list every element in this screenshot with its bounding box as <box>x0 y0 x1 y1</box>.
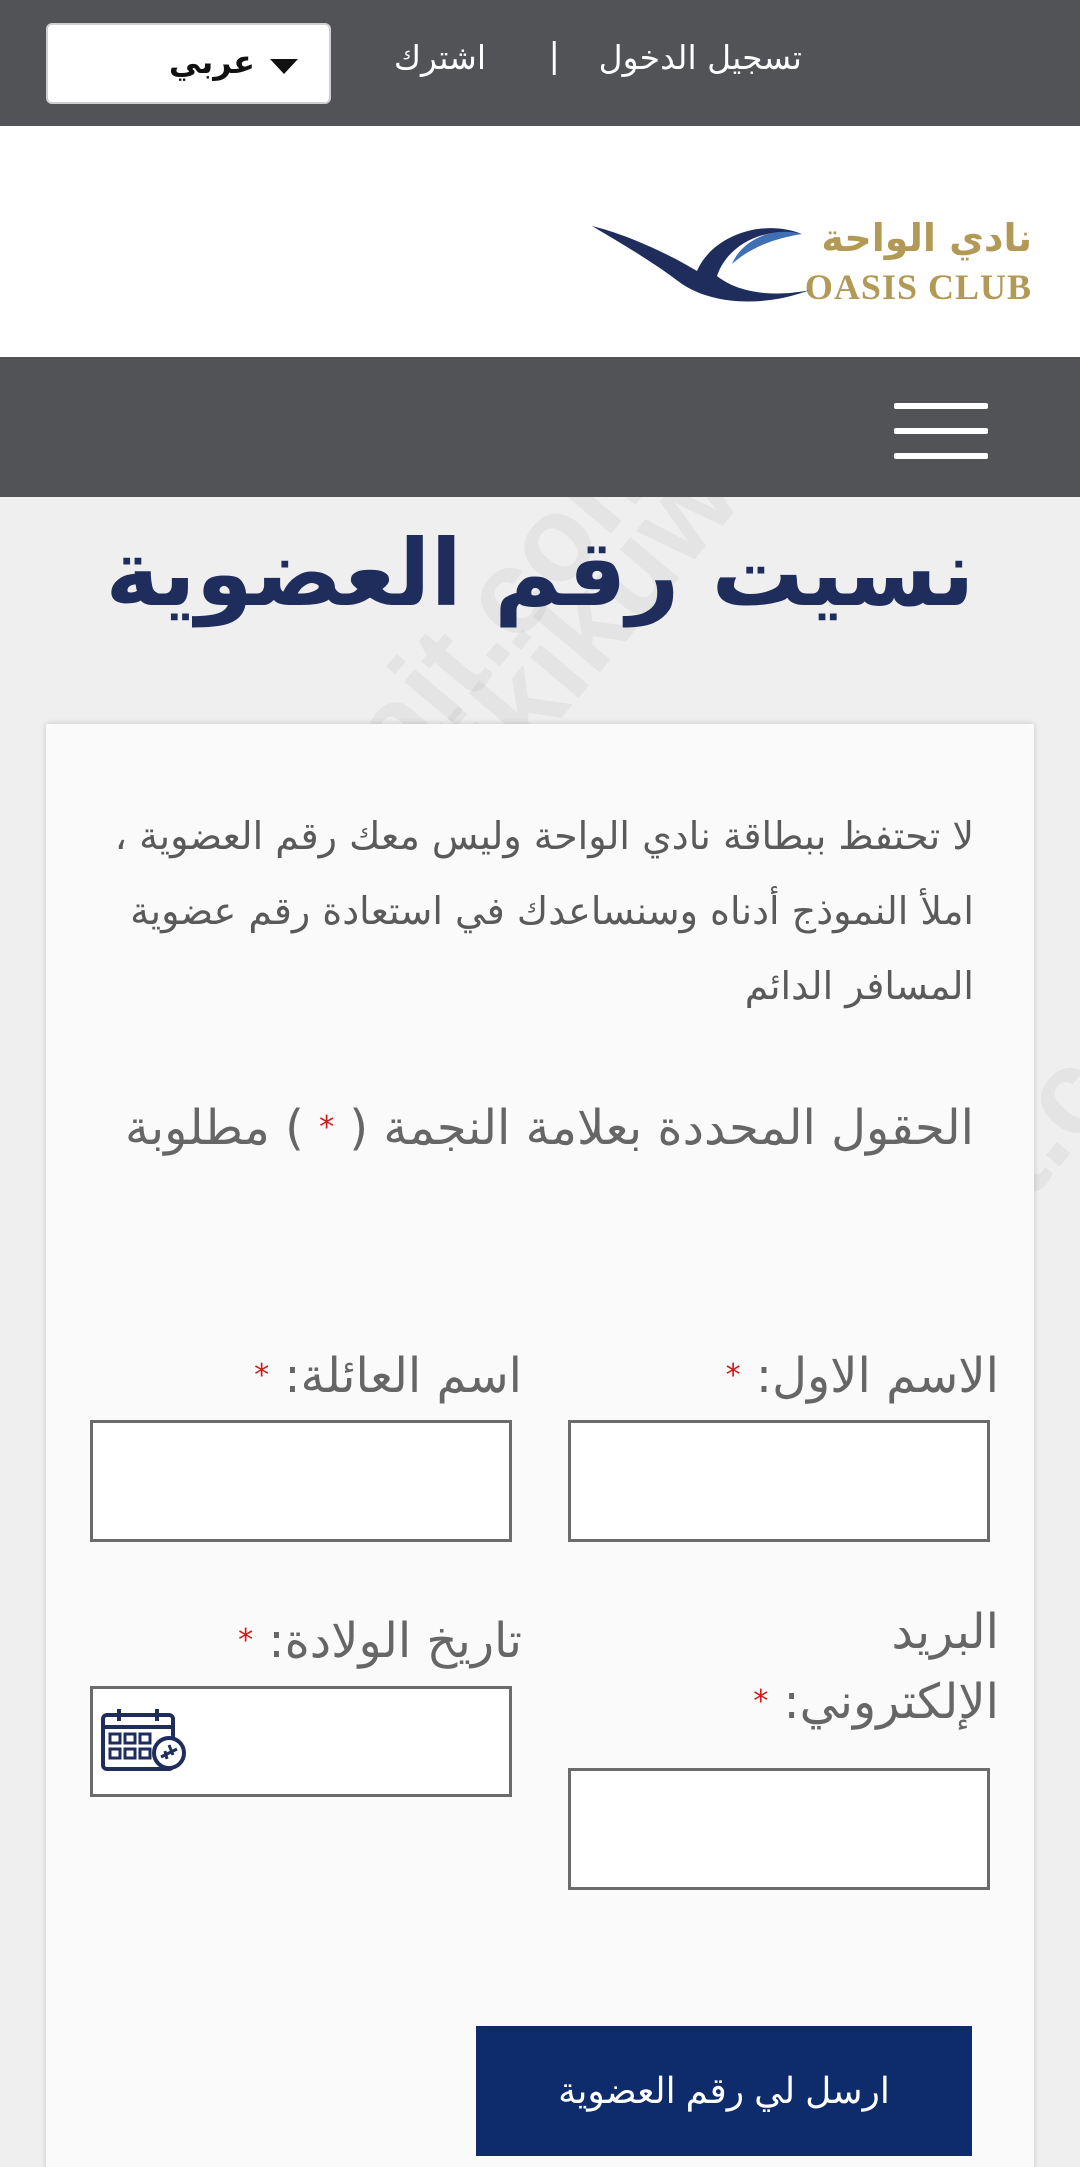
required-note-after: ) مطلوبة <box>125 1100 304 1156</box>
email-label-line1: البريد <box>891 1604 999 1660</box>
swoosh-logo-icon <box>592 226 810 302</box>
logo-arabic-name: نادي الواحة <box>821 216 1032 260</box>
email-label: البريد الإلكتروني: * <box>569 1597 999 1737</box>
dob-input[interactable] <box>90 1686 512 1797</box>
language-select-value: عربي <box>168 43 255 81</box>
dob-label: تاريخ الولادة: * <box>92 1607 522 1675</box>
email-input[interactable] <box>568 1768 990 1890</box>
required-star: * <box>238 1623 254 1658</box>
logo-english-name: OASIS CLUB <box>804 267 1032 307</box>
intro-text: لا تحتفظ ببطاقة نادي الواحة وليس معك رقم… <box>114 814 974 1008</box>
email-label-line2: الإلكتروني: <box>783 1674 999 1730</box>
required-note-before: الحقول المحددة بعلامة النجمة ( <box>349 1100 974 1156</box>
first-name-label: الاسم الاول: * <box>569 1342 999 1410</box>
nav-bar <box>0 357 1080 497</box>
dob-label-text: تاريخ الولادة: <box>268 1613 522 1669</box>
form-card: لا تحتفظ ببطاقة نادي الواحة وليس معك رقم… <box>46 724 1034 2167</box>
chevron-down-icon <box>270 59 298 74</box>
hamburger-menu-icon[interactable] <box>894 403 988 459</box>
header-logo-band: نادي الواحة OASIS CLUB <box>0 126 1080 357</box>
required-star: * <box>319 1110 335 1145</box>
signup-link[interactable]: اشترك <box>394 38 486 77</box>
language-select[interactable]: عربي <box>46 23 331 104</box>
page-title: نسيت رقم العضوية <box>105 520 975 627</box>
required-star: * <box>725 1358 741 1393</box>
required-star: * <box>254 1358 270 1393</box>
required-star: * <box>753 1684 769 1719</box>
required-fields-note: الحقول المحددة بعلامة النجمة ( * ) مطلوب… <box>104 1079 974 1177</box>
first-name-input[interactable] <box>568 1420 990 1542</box>
top-bar: عربي تسجيل الدخول | اشترك <box>0 0 1080 126</box>
last-name-label: اسم العائلة: * <box>92 1342 522 1410</box>
first-name-label-text: الاسم الاول: <box>755 1348 999 1404</box>
submit-button[interactable]: ارسل لي رقم العضوية <box>476 2026 972 2156</box>
last-name-label-text: اسم العائلة: <box>284 1348 522 1404</box>
login-link[interactable]: تسجيل الدخول <box>599 38 802 77</box>
last-name-input[interactable] <box>90 1420 512 1542</box>
calendar-icon[interactable] <box>99 1707 189 1773</box>
top-separator: | <box>548 36 560 76</box>
